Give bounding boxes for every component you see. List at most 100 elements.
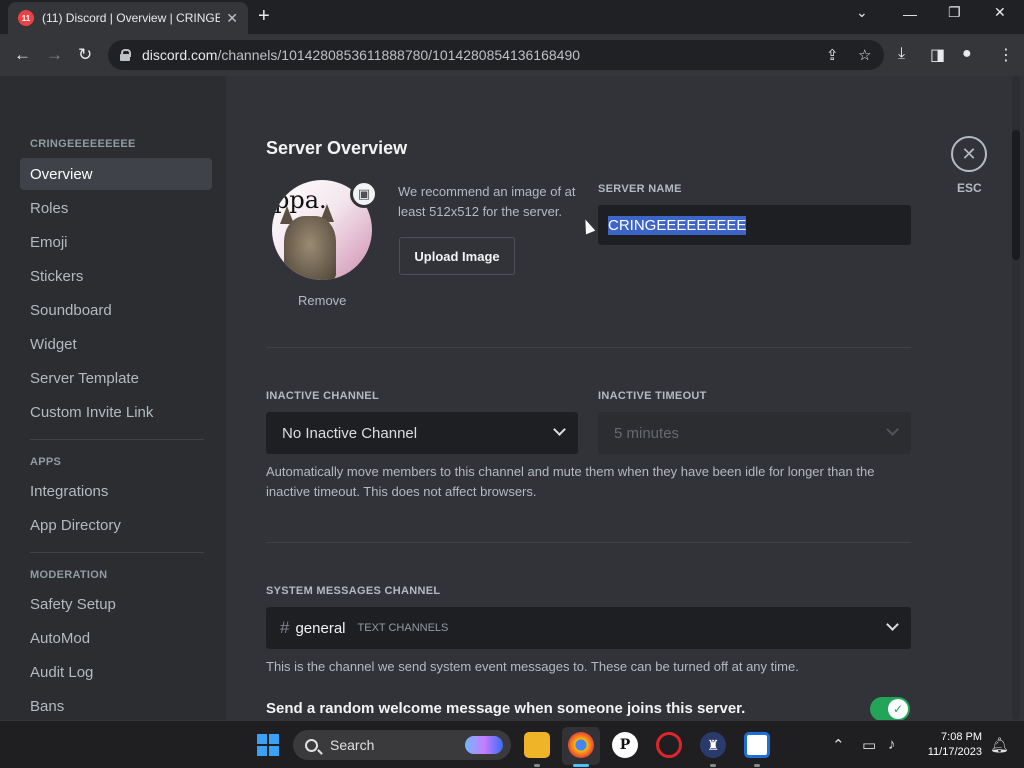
system-channel-label: SYSTEM MESSAGES CHANNEL	[266, 585, 441, 597]
image-recommendation-text: We recommend an image of at least 512x51…	[398, 184, 576, 219]
minimize-icon[interactable]: —	[903, 6, 917, 22]
close-settings-icon[interactable]: ✕	[951, 136, 987, 172]
sidebar-item-automod[interactable]: AutoMod	[20, 622, 212, 654]
inactive-help-text: Automatically move members to this chann…	[266, 464, 875, 499]
profile-icon[interactable]: ●	[962, 45, 972, 63]
windows-start-icon[interactable]	[257, 734, 279, 756]
browser-tab[interactable]: 11 (11) Discord | Overview | CRINGEEEEEE…	[8, 2, 248, 34]
sidebar-item-widget[interactable]: Widget	[20, 328, 212, 360]
welcome-message-label: Send a random welcome message when someo…	[266, 700, 746, 717]
settings-content: Server Overview ppa. ▣ Remove We recomme…	[226, 76, 1024, 720]
search-icon	[305, 738, 318, 752]
sidebar-item-soundboard[interactable]: Soundboard	[20, 294, 212, 326]
sidebar-item-audit-log[interactable]: Audit Log	[20, 656, 212, 688]
scrollbar-thumb[interactable]	[1012, 130, 1020, 260]
back-icon[interactable]: ←	[14, 46, 31, 63]
new-tab-icon[interactable]: +	[258, 6, 270, 26]
app-running-indicator	[710, 764, 716, 767]
inactive-channel-label: INACTIVE CHANNEL	[266, 390, 379, 402]
sidebar-divider	[30, 552, 204, 553]
clock-date: 11/17/2023	[927, 746, 982, 758]
clock-time: 7:08 PM	[941, 731, 982, 743]
system-channel-category: TEXT CHANNELS	[357, 622, 449, 634]
network-icon[interactable]: ▭	[862, 736, 876, 754]
search-placeholder: Search	[330, 737, 375, 753]
p-app-icon[interactable]: P	[612, 732, 638, 758]
sidebar-item-integrations[interactable]: Integrations	[20, 475, 212, 507]
welcome-message-toggle[interactable]: ✓	[870, 697, 910, 720]
browser-tab-strip: 11 (11) Discord | Overview | CRINGEEEEEE…	[0, 0, 1024, 34]
inactive-timeout-select[interactable]: 5 minutes	[598, 412, 911, 454]
forward-icon[interactable]: →	[46, 46, 63, 63]
moderation-section-header: MODERATION	[30, 569, 108, 581]
opera-icon[interactable]	[656, 732, 682, 758]
volume-icon[interactable]: ♪	[888, 736, 896, 753]
address-bar[interactable]: discord.com/channels/1014280853611888780…	[108, 40, 884, 70]
chevron-down-icon	[886, 618, 899, 631]
inactive-channel-select[interactable]: No Inactive Channel	[266, 412, 578, 454]
download-icon[interactable]: ⤓	[898, 45, 905, 63]
file-explorer-icon[interactable]	[524, 732, 550, 758]
tab-title: (11) Discord | Overview | CRINGEEEEEEEEE	[42, 11, 221, 25]
lock-icon[interactable]	[120, 49, 131, 61]
app-running-indicator	[534, 764, 540, 767]
inactive-timeout-value: 5 minutes	[614, 424, 680, 442]
side-panel-icon[interactable]: ◨	[930, 45, 945, 65]
close-window-icon[interactable]: ✕	[994, 4, 1006, 21]
share-icon[interactable]: ⇪	[826, 46, 839, 64]
page-title: Server Overview	[266, 138, 408, 158]
chevron-up-icon[interactable]: ⌃	[832, 736, 845, 754]
sidebar-item-emoji[interactable]: Emoji	[20, 226, 212, 258]
url-text: discord.com/channels/1014280853611888780…	[142, 47, 581, 63]
restore-icon[interactable]: ❐	[948, 4, 961, 21]
checkmark-icon: ✓	[888, 699, 908, 719]
apps-section-header: APPS	[30, 456, 62, 468]
system-channel-name: general	[295, 619, 346, 637]
server-name-label: SERVER NAME	[598, 183, 682, 195]
server-name-value: CRINGEEEEEEEEE	[608, 215, 747, 235]
upload-image-button[interactable]: Upload Image	[399, 237, 515, 275]
sidebar-item-custom-invite-link[interactable]: Custom Invite Link	[20, 396, 212, 428]
system-help-text: This is the channel we send system event…	[266, 659, 799, 674]
sidebar-item-server-template[interactable]: Server Template	[20, 362, 212, 394]
copilot-icon[interactable]	[465, 736, 503, 754]
browser-menu-icon[interactable]: ⋮	[998, 45, 1014, 65]
system-channel-select[interactable]: # general TEXT CHANNELS	[266, 607, 911, 649]
section-divider	[266, 542, 911, 543]
taskbar-clock[interactable]: 7:08 PM 11/17/2023	[918, 730, 982, 760]
notification-bell-icon[interactable]: 🔔︎	[990, 736, 1009, 754]
section-divider	[266, 347, 911, 348]
remove-icon-link[interactable]: Remove	[298, 293, 346, 308]
discord-favicon-icon: 11	[18, 10, 34, 26]
sidebar-item-safety-setup[interactable]: Safety Setup	[20, 588, 212, 620]
sidebar-item-overview[interactable]: Overview	[20, 158, 212, 190]
app-active-indicator	[573, 764, 589, 767]
chevron-down-icon	[553, 423, 566, 436]
sidebar-item-app-directory[interactable]: App Directory	[20, 509, 212, 541]
inactive-channel-value: No Inactive Channel	[282, 424, 418, 442]
add-image-icon[interactable]: ▣	[350, 180, 378, 208]
close-tab-icon[interactable]: ✕	[226, 10, 238, 27]
server-name-input[interactable]: CRINGEEEEEEEEE	[598, 205, 911, 245]
app-running-indicator	[754, 764, 760, 767]
windows-taskbar: Search P ♜ ⌃ ▭ ♪ 7:08 PM 11/17/2023 🔔︎	[0, 720, 1024, 768]
server-section-header: CRINGEEEEEEEEE	[30, 138, 136, 150]
hash-icon: #	[280, 618, 290, 637]
sidebar-item-roles[interactable]: Roles	[20, 192, 212, 224]
tab-search-icon[interactable]: ⌄	[856, 4, 868, 21]
chevron-down-icon	[886, 423, 899, 436]
sidebar-item-bans[interactable]: Bans	[20, 690, 212, 720]
reload-icon[interactable]: ↻	[78, 46, 92, 63]
app-icon[interactable]: ♜	[700, 732, 726, 758]
settings-sidebar: CRINGEEEEEEEEE Overview Roles Emoji Stic…	[0, 76, 226, 720]
bookmark-star-icon[interactable]: ☆	[858, 46, 871, 64]
inactive-timeout-label: INACTIVE TIMEOUT	[598, 390, 707, 402]
notepad-icon[interactable]	[744, 732, 770, 758]
sidebar-item-stickers[interactable]: Stickers	[20, 260, 212, 292]
avatar-cat-image	[284, 216, 336, 280]
esc-label: ESC	[957, 181, 982, 195]
sidebar-divider	[30, 439, 204, 440]
chrome-icon[interactable]	[568, 732, 594, 758]
mouse-cursor	[580, 217, 596, 235]
taskbar-search[interactable]: Search	[293, 730, 511, 760]
